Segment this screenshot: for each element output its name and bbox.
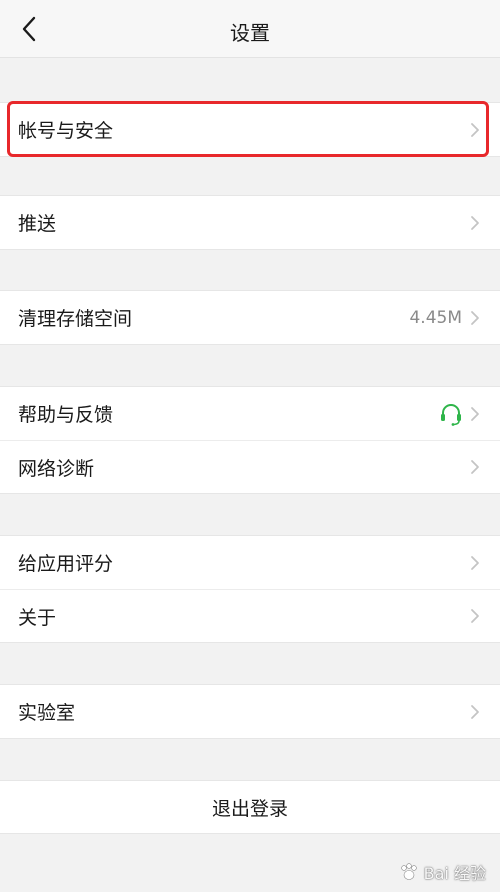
chevron-right-icon (470, 215, 480, 231)
row-label: 帐号与安全 (18, 120, 114, 142)
row-account-security[interactable]: 帐号与安全 (0, 103, 500, 156)
row-label: 实验室 (18, 702, 76, 724)
chevron-right-icon (470, 555, 480, 571)
row-label: 网络诊断 (18, 457, 95, 480)
settings-group-storage: 清理存储空间 4.45M (0, 290, 500, 345)
row-label: 清理存储空间 (18, 308, 133, 330)
headset-icon (441, 403, 461, 426)
page-title: 设置 (230, 21, 270, 45)
settings-group-lab: 实验室 (0, 684, 500, 739)
settings-group-account: 帐号与安全 (0, 102, 500, 157)
row-label: 推送 (18, 213, 57, 235)
row-clear-storage[interactable]: 清理存储空间 4.45M (0, 291, 500, 344)
row-rate-app[interactable]: 给应用评分 (0, 536, 500, 589)
row-lab[interactable]: 实验室 (0, 685, 500, 738)
chevron-right-icon (470, 459, 480, 475)
row-label: 帮助与反馈 (18, 404, 114, 426)
row-label: 关于 (18, 606, 57, 629)
logout-label: 退出登录 (211, 797, 288, 820)
watermark-text: Bai 经验 (423, 864, 486, 883)
storage-size-value: 4.45M (409, 307, 462, 328)
settings-group-about: 给应用评分 关于 (0, 535, 500, 643)
paw-icon (400, 863, 417, 880)
logout-button[interactable]: 退出登录 (0, 780, 500, 834)
row-label: 给应用评分 (18, 553, 114, 575)
row-about[interactable]: 关于 (0, 589, 500, 642)
row-network-diagnosis[interactable]: 网络诊断 (0, 440, 500, 493)
row-push[interactable]: 推送 (0, 196, 500, 249)
watermark: Bai 经验 (398, 860, 486, 884)
row-help-feedback[interactable]: 帮助与反馈 (0, 387, 500, 440)
chevron-right-icon (470, 608, 480, 624)
chevron-right-icon (470, 704, 480, 720)
chevron-right-icon (470, 406, 480, 422)
settings-group-push: 推送 (0, 195, 500, 250)
chevron-right-icon (470, 122, 480, 138)
chevron-right-icon (470, 310, 480, 326)
settings-group-help: 帮助与反馈 网络诊断 (0, 386, 500, 494)
nav-bar: 设置 (0, 0, 500, 58)
